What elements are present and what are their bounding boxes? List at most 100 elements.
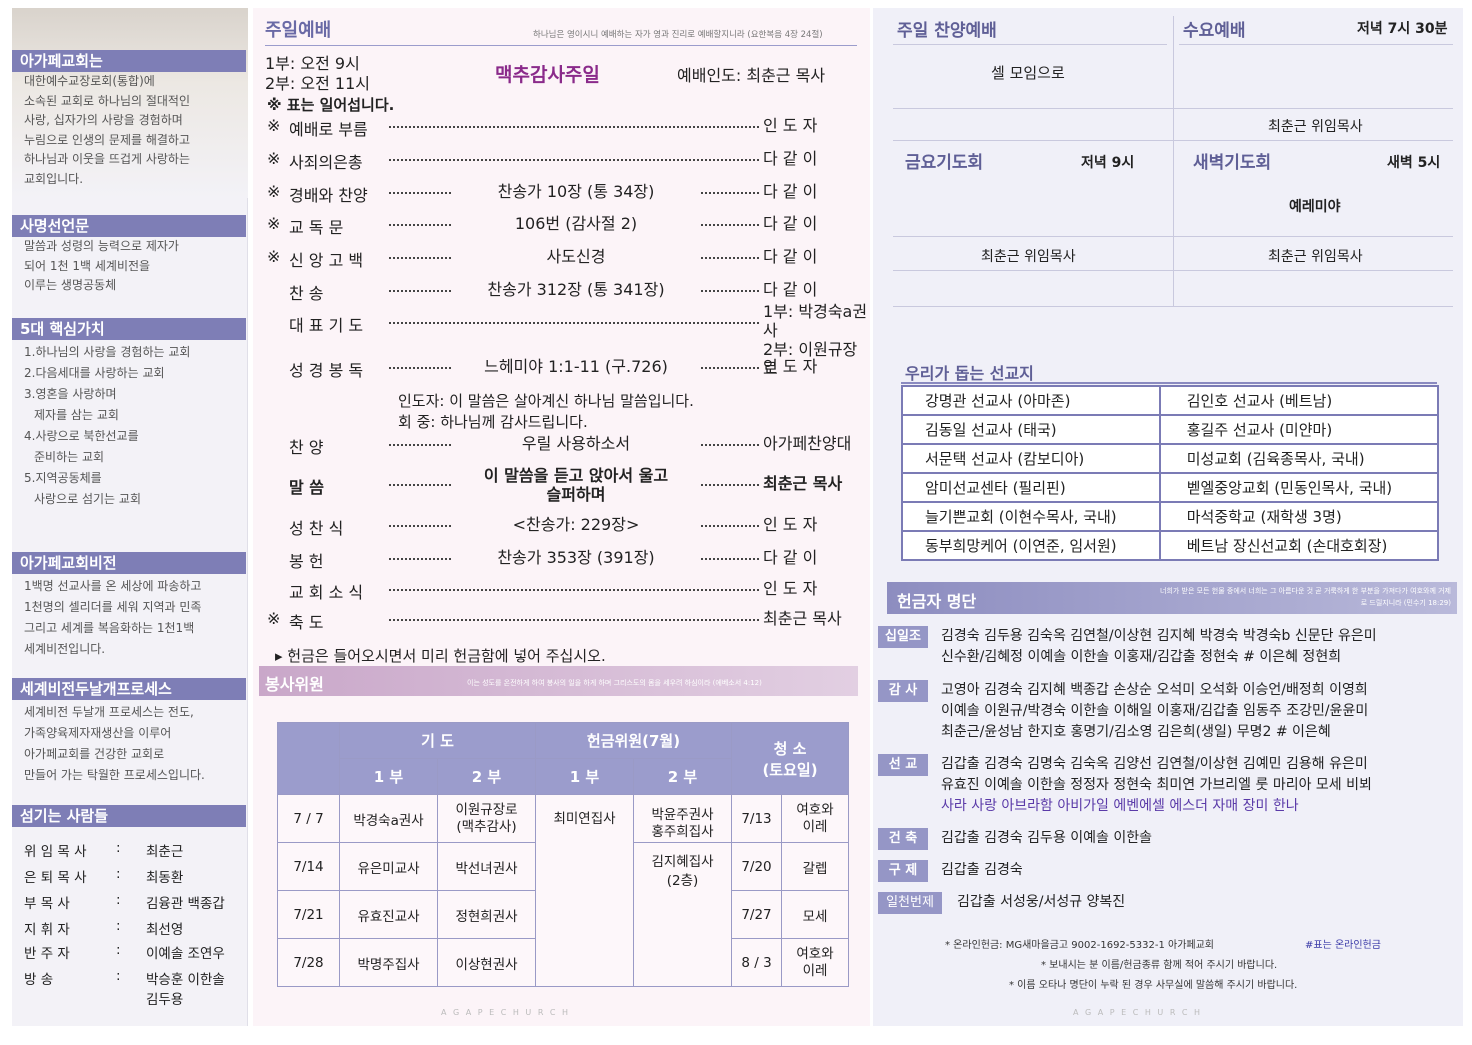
prayer-2nd-header: 2 부 — [437, 758, 536, 795]
worship-title: 주일예배 — [265, 20, 332, 41]
order-item-leader: 다 같 이 — [763, 548, 818, 567]
left-sidebar: 아가페교회는 대한예수교장로회(통합)에 소속된 교회로 하나님의 절대적인 사랑,… — [12, 8, 248, 1026]
stand-mark: ※ — [267, 247, 281, 266]
mission-heading: 사명선언문 — [12, 215, 246, 237]
stand-mark: ※ — [267, 214, 281, 233]
servants-table: 기 도 헌금위원(7월) 청 소 (토요일) 1 부 2 부 1 부 2 부 7… — [277, 722, 849, 987]
table-row: 서문택 선교사 (캄보디아) 미성교회 (김육종목사, 국내) — [901, 443, 1440, 474]
offering-note: ▸ 헌금은 들어오시면서 미리 헌금함에 넣어 주십시오. — [275, 647, 606, 665]
order-item-name: 말 씀 — [289, 478, 325, 497]
order-item-content: 106번 (감사절 2) — [453, 214, 699, 233]
order-item: 성 찬 식 <찬송가: 229장> 인 도 자 — [253, 511, 870, 538]
agape-heading: 아가페교회는 — [12, 50, 246, 72]
donor-names: 김갑출 김경숙 — [941, 862, 1023, 878]
order-item: 성 경 봉 독 느헤미야 1:1-11 (구.726) 인 도 자 — [253, 353, 870, 380]
donor-names: 신수환/김혜정 이예솔 이한솔 이홍재/김갑출 정현숙 # 이은혜 정현희 — [941, 649, 1342, 665]
leader-dots — [389, 619, 759, 621]
offering-1st-name: 최미연집사 — [535, 794, 634, 987]
agape-footer: A G A P E C H U R C H — [441, 1008, 571, 1017]
donor-group-label: 건 축 — [878, 828, 928, 850]
prayer-1st-header: 1 부 — [339, 758, 438, 795]
order-item-leader: 다 같 이 — [763, 214, 818, 233]
sunday-praise-title: 주일 찬양예배 — [897, 21, 997, 41]
order-item: ※ 신 앙 고 백 사도신경 다 같 이 — [253, 243, 870, 270]
process-body: 세계비전 두날개 프로세스는 전도, 가족양육제자재생산을 이루어 아가페교회를 건… — [24, 705, 205, 782]
donor-group-label: 일천번제 — [878, 892, 942, 914]
order-item: ※ 교 독 문 106번 (감사절 2) 다 같 이 — [253, 210, 870, 237]
order-item-name: 찬 송 — [289, 284, 324, 303]
dawn-leader: 최춘근 위임목사 — [1268, 249, 1363, 265]
offering-1st-header: 1 부 — [535, 758, 634, 795]
order-item-leader: 다 같 이 — [763, 182, 818, 201]
servants-verse: 이는 성도를 온전하게 하여 봉사의 일을 하게 하며 그리스도의 몸을 세우려… — [467, 679, 762, 687]
order-item-name: 신 앙 고 백 — [289, 251, 364, 270]
note-online: * 온라인헌금: MG새마을금고 9002-1692-5332-1 아가페교회 — [945, 940, 1214, 951]
order-item-name: 교 독 문 — [289, 218, 344, 237]
cell-meeting: 셀 모임으로 — [991, 64, 1065, 82]
order-item-content: 찬송가 353장 (391장) — [453, 548, 699, 567]
leader-dots — [389, 322, 759, 324]
donors-title: 헌금자 명단 — [897, 592, 977, 611]
note-name: * 보내시는 분 이름/헌금종류 함께 적어 주시기 바랍니다. — [1041, 960, 1278, 971]
order-item: ※ 축 도 최춘근 목사 — [253, 605, 870, 632]
order-item-name: 축 도 — [289, 613, 324, 632]
offering-2nd-header: 2 부 — [633, 758, 732, 795]
process-heading: 세계비전두날개프로세스 — [12, 678, 246, 700]
order-item: 찬 양 우릴 사용하소서 아가페찬양대 — [253, 430, 870, 457]
leader-dots — [389, 126, 759, 128]
order-item-name: 성 찬 식 — [289, 519, 344, 538]
leader-dots — [389, 589, 759, 591]
order-item-name: 성 경 봉 독 — [289, 361, 364, 380]
order-item-leader: 최춘근 목사 — [763, 609, 842, 628]
order-item-content: 찬송가 312장 (통 341장) — [453, 280, 699, 299]
worship-order-panel: 주일예배 하나님은 영이시니 예배하는 자가 영과 진리로 예배할지니라 (요한… — [253, 8, 870, 1026]
order-item-leader: 다 같 이 — [763, 149, 818, 168]
order-item-name: 교 회 소 식 — [289, 583, 364, 602]
stand-mark: ※ — [267, 116, 281, 135]
order-item-leader: 인 도 자 — [763, 357, 818, 376]
order-item-name: 예배로 부름 — [289, 120, 368, 139]
table-row: 암미선교센타 (필리핀) 벧엘중앙교회 (민동인목사, 국내) — [901, 472, 1440, 503]
offering-2nd-name-a: 박윤주권사 홍주희집사 — [633, 794, 732, 843]
dawn-time: 새벽 5시 — [1387, 155, 1441, 171]
table-row: 동부희망케어 (이연준, 임서원) 베트남 장신선교회 (손대호회장) — [901, 530, 1440, 561]
order-item-leader: 인 도 자 — [763, 515, 818, 534]
order-item: ※ 경배와 찬양 찬송가 10장 (통 34장) 다 같 이 — [253, 178, 870, 205]
servants-title: 봉사위원 — [265, 675, 324, 694]
order-item: 교 회 소 식인 도 자 — [253, 575, 870, 602]
response-people: 회 중: 하나님께 감사드립니다. — [398, 413, 588, 431]
sunday-theme: 맥추감사주일 — [495, 64, 600, 86]
leader-dots — [389, 159, 759, 161]
vision-heading: 아가페교회비전 — [12, 552, 246, 574]
donors-banner: 헌금자 명단 너희가 받은 모든 헌물 중에서 너희는 그 아름다운 것 곧 거… — [887, 582, 1457, 614]
order-item: 대 표 기 도 1부: 박경숙a권사 2부: 이원규장로 — [253, 302, 870, 378]
order-item-leader: 인 도 자 — [763, 579, 818, 598]
order-item-leader: 인 도 자 — [763, 116, 818, 135]
table-row: 김동일 선교사 (태국) 홍길주 선교사 (미얀마) — [901, 414, 1440, 445]
order-item-name: 대 표 기 도 — [289, 316, 364, 335]
core-values-body: 1.하나님의 사랑을 경험하는 교회 2.다음세대를 사랑하는 교회 3.영혼을 사… — [24, 345, 191, 506]
order-item-content: 우릴 사용하소서 — [453, 434, 699, 453]
donor-names: 사라 사랑 아브라함 아비가일 에벤에셀 에스더 자매 장미 한나 — [941, 798, 1299, 814]
order-item-name: 찬 양 — [289, 438, 324, 457]
donor-names: 김갑출 김경숙 김명숙 김숙옥 김양선 김연철/이상현 김예민 김용해 유은미 — [941, 756, 1368, 772]
donor-names: 이예솔 이원규/박경숙 이한솔 이해일 이홍재/김갑출 임동주 조강민/윤윤미 — [941, 703, 1369, 719]
order-item-leader: 아가페찬양대 — [763, 434, 852, 453]
donor-names: 김경숙 김두용 김숙옥 김연철/이상현 김지혜 박경숙 박경숙b 신문단 유은미 — [941, 628, 1377, 644]
wed-leader: 최춘근 위임목사 — [1268, 119, 1363, 135]
missions-table: 강명관 선교사 (아마존) 김인호 선교사 (베트남) 김동일 선교사 (태국) 홍… — [901, 385, 1440, 561]
mission-body: 말씀과 성령의 능력으로 제자가 되어 1천 1백 세계비전을 이루는 생명공동체 — [24, 239, 179, 292]
dawn-title: 새벽기도회 — [1193, 153, 1272, 173]
response-leader: 인도자: 이 말씀은 살아계신 하나님 말씀입니다. — [398, 392, 694, 410]
order-item-content: 느헤미야 1:1-11 (구.726) — [453, 357, 699, 376]
donor-group-label: 감 사 — [878, 680, 928, 702]
agape-body: 대한예수교장로회(통합)에 소속된 교회로 하나님의 절대적인 사랑, 십자가의 사… — [24, 74, 191, 186]
note-online-mark: #표는 온라인헌금 — [1305, 940, 1381, 951]
order-item: 말 씀 이 말씀을 듣고 앉아서 울고 슬퍼하며 최춘근 목사 — [253, 466, 870, 504]
staff-heading: 섬기는 사람들 — [12, 805, 246, 827]
table-row: 강명관 선교사 (아마존) 김인호 선교사 (베트남) — [901, 385, 1440, 416]
offering-header: 헌금위원(7월) — [535, 722, 732, 759]
prayer-header: 기 도 — [339, 722, 536, 759]
order-item-name: 사죄의은총 — [289, 153, 363, 172]
order-item: ※ 사죄의은총 다 같 이 — [253, 145, 870, 172]
